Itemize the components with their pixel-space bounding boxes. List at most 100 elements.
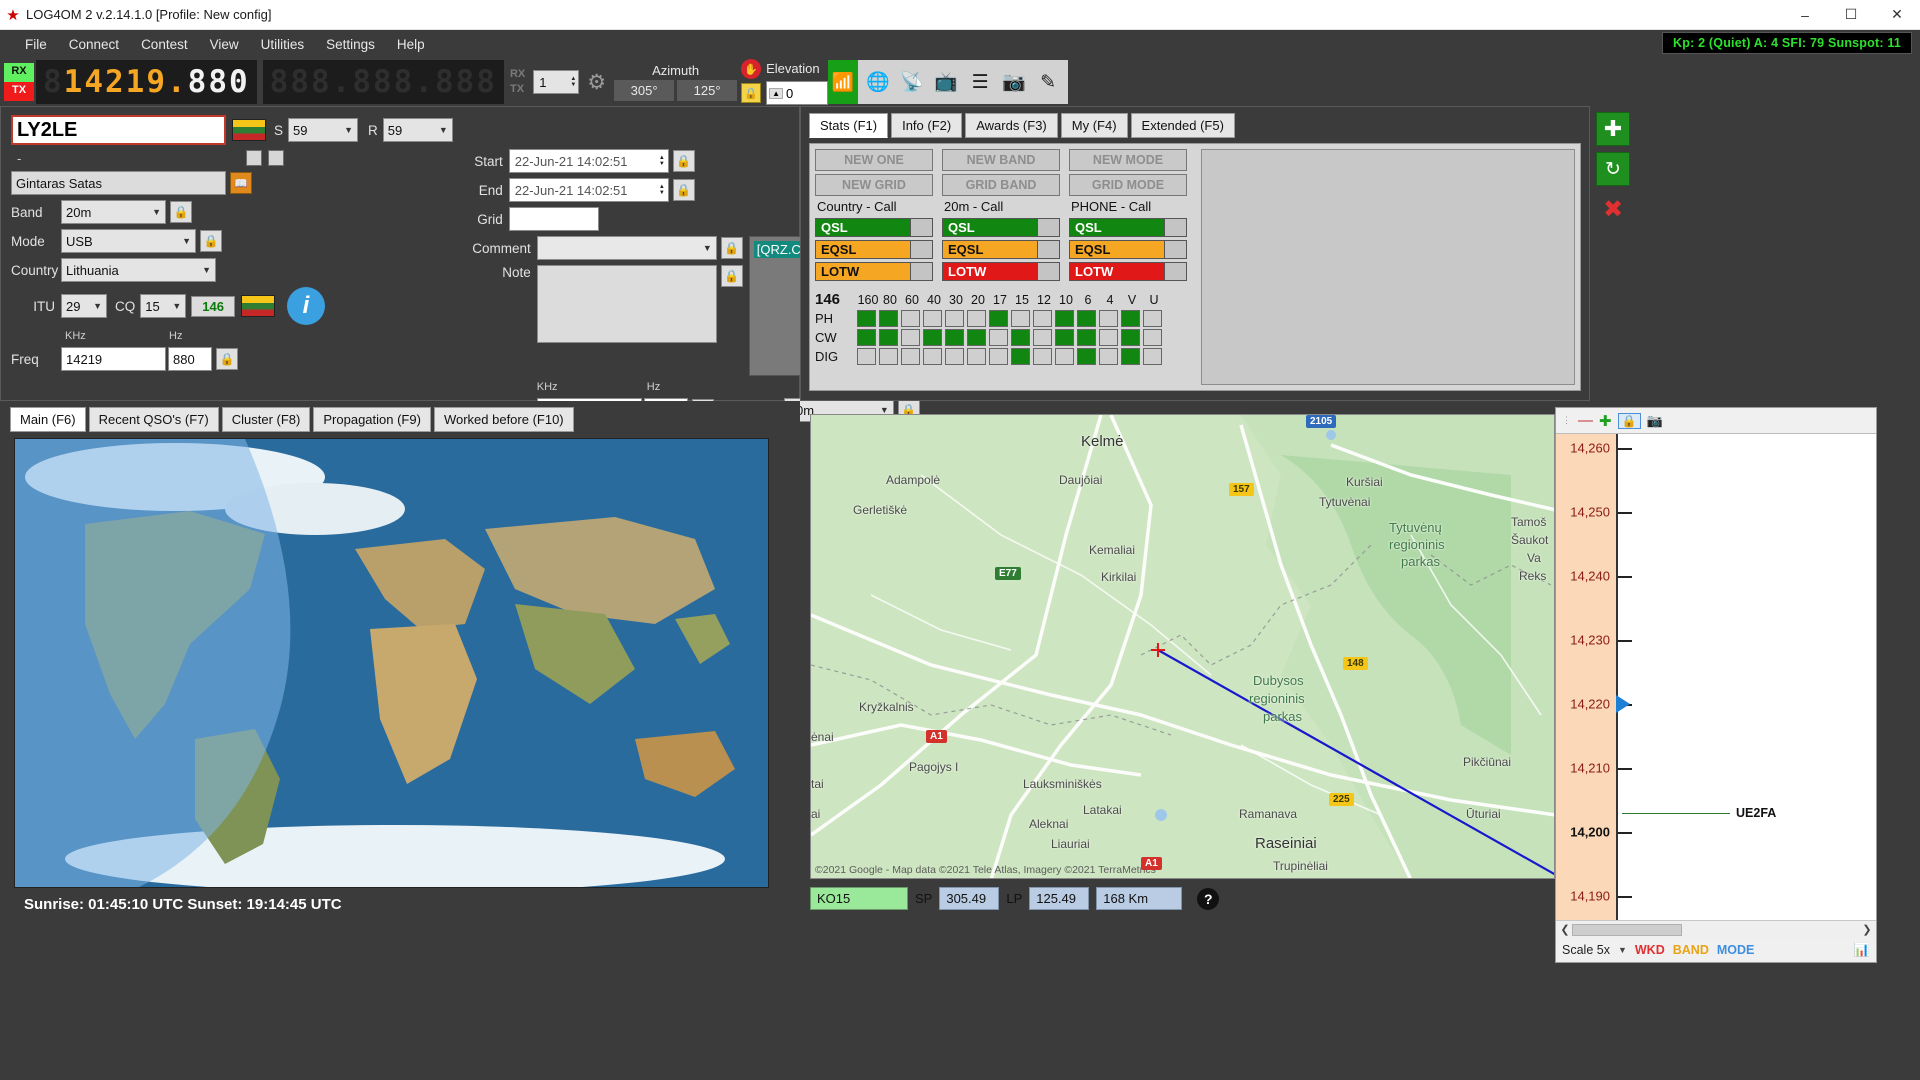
- menu-file[interactable]: File: [14, 33, 58, 56]
- maximize-button[interactable]: ☐: [1828, 0, 1874, 30]
- band-map-canvas[interactable]: 14,260 14,250 14,240 14,230 14,220 14,210 14,2…: [1556, 434, 1876, 920]
- band-mode-cell[interactable]: [1143, 310, 1162, 327]
- freq-khz-input[interactable]: 14219: [61, 347, 166, 371]
- band-mode-cell[interactable]: [1033, 348, 1052, 365]
- drag-handle-icon[interactable]: ⋮: [1562, 415, 1572, 426]
- new-grid-button[interactable]: NEW GRID: [815, 174, 933, 196]
- comment-lock-icon[interactable]: 🔒: [720, 237, 743, 259]
- checkbox-one[interactable]: [246, 150, 263, 166]
- band-mode-cell[interactable]: [967, 329, 986, 346]
- tab-extended[interactable]: Extended (F5): [1130, 113, 1235, 138]
- band-mode-cell[interactable]: [1143, 329, 1162, 346]
- scroll-right-icon[interactable]: ❯: [1860, 923, 1874, 936]
- tab-awards[interactable]: Awards (F3): [965, 113, 1058, 138]
- band-mode-cell[interactable]: [1055, 310, 1074, 327]
- band-mode-cell[interactable]: [879, 310, 898, 327]
- band-mode-cell[interactable]: [1033, 329, 1052, 346]
- band-mode-cell[interactable]: [989, 329, 1008, 346]
- band-mode-cell[interactable]: [857, 329, 876, 346]
- end-lock-icon[interactable]: 🔒: [672, 179, 695, 201]
- grid-band-button[interactable]: GRID BAND: [942, 174, 1060, 196]
- spinner-arrows-icon[interactable]: ▲ ▼: [659, 184, 668, 196]
- new-mode-button[interactable]: NEW MODE: [1069, 149, 1187, 171]
- menu-view[interactable]: View: [199, 33, 250, 56]
- band-mode-cell[interactable]: [1055, 329, 1074, 346]
- freq-lock-icon[interactable]: 🔒: [216, 348, 238, 370]
- band-mode-cell[interactable]: [1121, 348, 1140, 365]
- address-book-icon[interactable]: 📖: [230, 172, 252, 194]
- itu-select[interactable]: 29 ▼: [61, 294, 107, 318]
- comment-input[interactable]: ▼: [536, 236, 717, 260]
- menu-help[interactable]: Help: [386, 33, 436, 56]
- mode-select[interactable]: USB ▼: [61, 229, 196, 253]
- minus-icon[interactable]: —: [1578, 412, 1593, 429]
- help-icon[interactable]: ?: [1197, 887, 1220, 910]
- close-button[interactable]: ✕: [1874, 0, 1920, 30]
- band-mode-cell[interactable]: [1099, 310, 1118, 327]
- end-datetime-input[interactable]: 22-Jun-21 14:02:51 ▲ ▼: [508, 178, 669, 202]
- antenna-icon[interactable]: 📡: [895, 70, 929, 94]
- band-mode-cell[interactable]: [1099, 348, 1118, 365]
- band-mode-cell[interactable]: [1011, 329, 1030, 346]
- band-mode-cell[interactable]: [1077, 348, 1096, 365]
- menu-settings[interactable]: Settings: [315, 33, 386, 56]
- band-mode-cell[interactable]: [879, 348, 898, 365]
- tab-cluster[interactable]: Cluster (F8): [221, 407, 311, 432]
- pencil-icon[interactable]: ✎: [1031, 71, 1065, 94]
- band-mode-cell[interactable]: [945, 310, 964, 327]
- rst-sent-select[interactable]: 59 ▼: [288, 118, 359, 142]
- band-mode-cell[interactable]: [1121, 310, 1140, 327]
- grid-input[interactable]: [508, 207, 599, 231]
- chevron-down-icon[interactable]: ▼: [1618, 945, 1627, 955]
- band-select[interactable]: 20m ▼: [61, 200, 166, 224]
- band-mode-cell[interactable]: [923, 348, 942, 365]
- band-mode-cell[interactable]: [945, 348, 964, 365]
- band-map-spot-area[interactable]: UE2FA: [1618, 434, 1876, 920]
- info-icon[interactable]: i: [286, 287, 325, 325]
- band-mode-cell[interactable]: [901, 348, 920, 365]
- legend-wkd[interactable]: WKD: [1635, 943, 1665, 957]
- country-select[interactable]: Lithuania ▼: [61, 258, 216, 282]
- add-qso-button[interactable]: ✚: [1596, 112, 1630, 146]
- lock-icon[interactable]: 🔒: [1617, 412, 1641, 429]
- stop-rotor-icon[interactable]: ✋: [741, 59, 762, 79]
- band-mode-cell[interactable]: [967, 310, 986, 327]
- scroll-left-icon[interactable]: ❮: [1558, 923, 1572, 936]
- rotor-lock-icon[interactable]: 🔒: [741, 83, 762, 103]
- new-band-button[interactable]: NEW BAND: [942, 149, 1060, 171]
- tab-info[interactable]: Info (F2): [891, 113, 963, 138]
- band-mode-cell[interactable]: [1033, 310, 1052, 327]
- cluster-connected-icon[interactable]: 📶: [828, 60, 859, 104]
- tab-stats[interactable]: Stats (F1): [809, 113, 889, 138]
- mode-lock-icon[interactable]: 🔒: [200, 230, 222, 252]
- menu-connect[interactable]: Connect: [58, 33, 130, 56]
- plus-icon[interactable]: ✚: [1599, 412, 1612, 430]
- band-mode-cell[interactable]: [1077, 310, 1096, 327]
- band-mode-cell[interactable]: [857, 310, 876, 327]
- menu-contest[interactable]: Contest: [130, 33, 199, 56]
- checkbox-two[interactable]: [268, 150, 285, 166]
- chart-icon[interactable]: 📊: [1854, 942, 1870, 958]
- callsign-input[interactable]: [11, 115, 226, 145]
- greyline-world-map[interactable]: [14, 438, 769, 888]
- refresh-qso-button[interactable]: ↻: [1596, 152, 1630, 186]
- band-mode-cell[interactable]: [1099, 329, 1118, 346]
- rst-rcvd-select[interactable]: 59 ▼: [382, 118, 453, 142]
- band-mode-cell[interactable]: [901, 329, 920, 346]
- list-icon[interactable]: ☰: [963, 71, 997, 94]
- band-mode-cell[interactable]: [989, 310, 1008, 327]
- spinner-arrows-icon[interactable]: ▲ ▼: [659, 155, 668, 167]
- start-datetime-input[interactable]: 22-Jun-21 14:02:51 ▲ ▼: [508, 149, 669, 173]
- band-mode-cell[interactable]: [857, 348, 876, 365]
- camera-icon[interactable]: 📷: [997, 70, 1031, 94]
- minimize-button[interactable]: –: [1782, 0, 1828, 30]
- gear-icon[interactable]: ⚙: [587, 70, 606, 95]
- vfo-b-display[interactable]: 888.888.888: [262, 60, 504, 104]
- cq-select[interactable]: 15 ▼: [140, 294, 187, 318]
- clear-qso-button[interactable]: ✖: [1596, 192, 1630, 226]
- name-input[interactable]: Gintaras Satas: [11, 171, 226, 195]
- scroll-thumb[interactable]: [1572, 923, 1682, 936]
- legend-band[interactable]: BAND: [1673, 943, 1709, 957]
- band-mode-cell[interactable]: [923, 329, 942, 346]
- tab-recent-qsos[interactable]: Recent QSO's (F7): [88, 407, 219, 432]
